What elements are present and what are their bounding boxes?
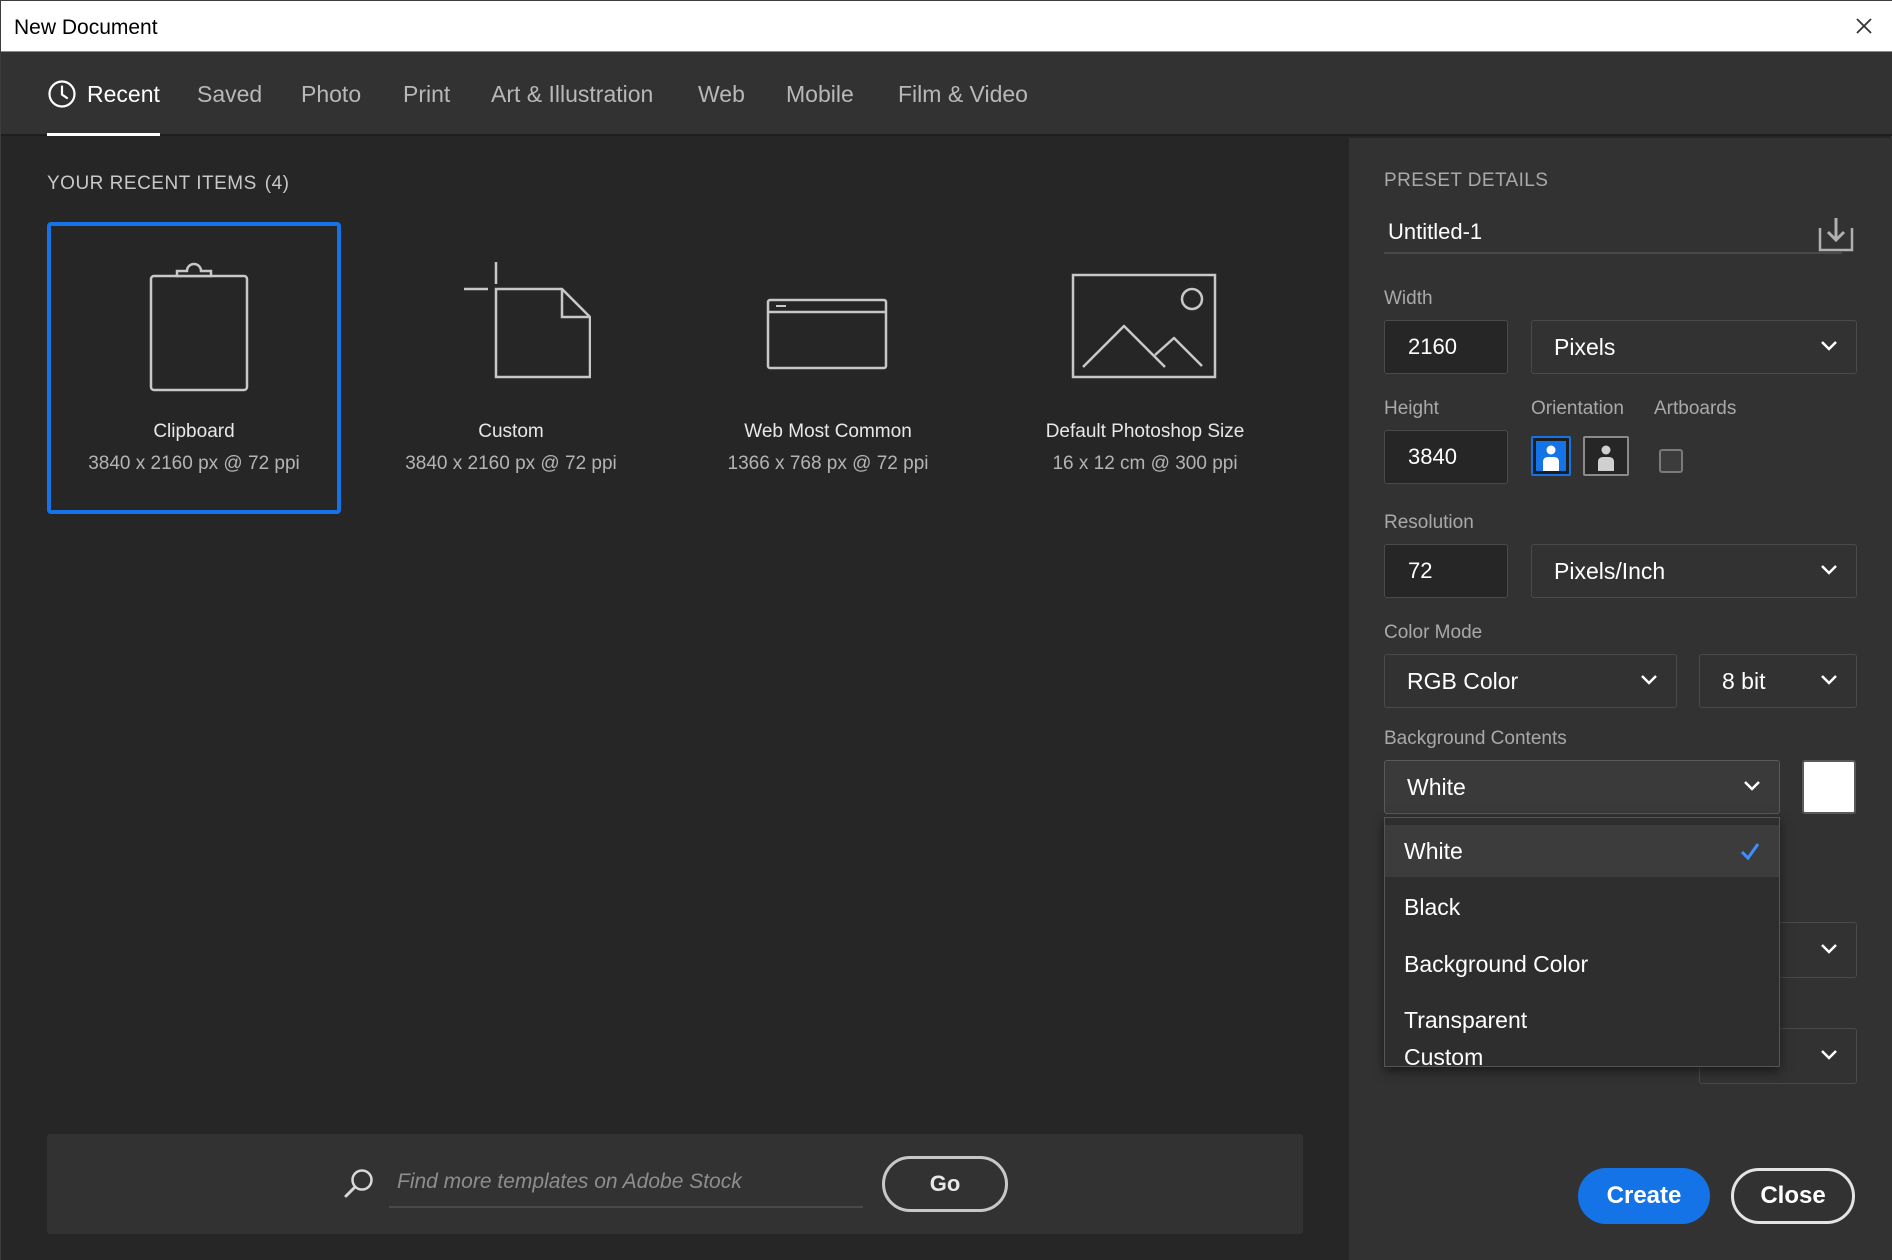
menu-item-label: White — [1404, 838, 1463, 864]
tab-film-video[interactable]: Film & Video — [898, 52, 1028, 136]
recent-item-web-most-common[interactable]: Web Most Common 1366 x 768 px @ 72 ppi — [681, 222, 975, 514]
search-icon — [344, 1169, 373, 1198]
orientation-label: Orientation — [1531, 398, 1624, 419]
menu-item-white[interactable]: White — [1385, 825, 1779, 877]
recent-heading: YOUR RECENT ITEMS (4) — [47, 173, 290, 195]
tab-photo[interactable]: Photo — [301, 52, 361, 136]
recent-item-spec: 1366 x 768 px @ 72 ppi — [727, 453, 929, 474]
create-button[interactable]: Create — [1578, 1168, 1710, 1224]
menu-item-black[interactable]: Black — [1385, 881, 1779, 933]
recent-items-panel: YOUR RECENT ITEMS (4) Clipboard 3840 x 21… — [1, 138, 1349, 1260]
landscape-orientation-button[interactable] — [1583, 436, 1629, 476]
width-unit-value: Pixels — [1554, 334, 1616, 360]
resolution-unit-value: Pixels/Inch — [1554, 558, 1666, 584]
color-mode-value: RGB Color — [1407, 668, 1519, 694]
tab-art-illustration[interactable]: Art & Illustration — [491, 52, 653, 136]
recent-item-spec: 3840 x 2160 px @ 72 ppi — [88, 453, 300, 474]
image-icon — [1071, 273, 1217, 379]
landscape-icon — [1598, 445, 1614, 471]
stock-search-bar: Go — [47, 1134, 1303, 1234]
recent-heading-label: YOUR RECENT ITEMS — [47, 173, 257, 194]
menu-item-transparent[interactable]: Transparent — [1385, 994, 1779, 1046]
window-title: New Document — [14, 16, 158, 39]
background-contents-dropdown[interactable]: White — [1384, 760, 1780, 814]
width-input[interactable]: 2160 — [1384, 320, 1508, 374]
color-mode-label: Color Mode — [1384, 622, 1483, 643]
tab-web[interactable]: Web — [698, 52, 745, 136]
width-label: Width — [1384, 288, 1433, 309]
chevron-down-icon — [1744, 781, 1760, 791]
resolution-unit-dropdown[interactable]: Pixels/Inch — [1531, 544, 1857, 598]
tab-mobile[interactable]: Mobile — [786, 52, 854, 136]
chevron-down-icon — [1821, 1050, 1837, 1060]
background-contents-label: Background Contents — [1384, 728, 1567, 749]
recent-item-name: Default Photoshop Size — [1045, 421, 1245, 442]
chevron-down-icon — [1821, 565, 1837, 575]
recent-item-custom[interactable]: Custom 3840 x 2160 px @ 72 ppi — [364, 222, 658, 514]
menu-item-custom[interactable]: Custom — [1385, 1044, 1779, 1070]
recent-item-spec: 3840 x 2160 px @ 72 ppi — [405, 453, 617, 474]
go-button[interactable]: Go — [882, 1156, 1008, 1212]
background-contents-value: White — [1407, 774, 1466, 800]
custom-document-icon — [464, 262, 591, 379]
recent-item-default-photoshop-size[interactable]: Default Photoshop Size 16 x 12 cm @ 300 … — [998, 222, 1292, 514]
recent-item-name: Web Most Common — [744, 421, 912, 442]
close-icon[interactable] — [1849, 11, 1879, 41]
height-label: Height — [1384, 398, 1439, 419]
tab-recent[interactable]: Recent — [47, 52, 160, 136]
preset-name-field[interactable]: Untitled-1 — [1384, 210, 1842, 254]
close-button[interactable]: Close — [1731, 1168, 1855, 1224]
browser-window-icon — [766, 298, 888, 370]
clipboard-icon — [149, 262, 249, 392]
width-unit-dropdown[interactable]: Pixels — [1531, 320, 1857, 374]
resolution-input[interactable]: 72 — [1384, 544, 1508, 598]
background-contents-menu: White Black Background Color Transparent… — [1384, 817, 1780, 1070]
preset-details-panel: PRESET DETAILS Untitled-1 Width 2160 Pix… — [1349, 138, 1892, 1260]
recent-item-name: Custom — [478, 421, 544, 442]
recent-item-name: Clipboard — [153, 421, 235, 442]
recent-count: (4) — [264, 173, 290, 194]
background-color-swatch[interactable] — [1802, 760, 1856, 814]
new-document-dialog: New Document Recent Saved Photo Print Ar… — [0, 0, 1892, 1260]
tab-label: Recent — [87, 81, 160, 107]
chevron-down-icon — [1641, 675, 1657, 685]
tab-saved[interactable]: Saved — [197, 52, 262, 136]
recent-item-clipboard[interactable]: Clipboard 3840 x 2160 px @ 72 ppi — [47, 222, 341, 514]
portrait-icon — [1536, 441, 1566, 471]
chevron-down-icon — [1821, 341, 1837, 351]
stock-search-input[interactable] — [389, 1158, 863, 1208]
resolution-label: Resolution — [1384, 512, 1474, 533]
color-mode-dropdown[interactable]: RGB Color — [1384, 654, 1677, 708]
portrait-orientation-button[interactable] — [1531, 436, 1571, 476]
bit-depth-dropdown[interactable]: 8 bit — [1699, 654, 1857, 708]
preset-category-tabs: Recent Saved Photo Print Art & Illustrat… — [1, 52, 1892, 136]
title-bar: New Document — [1, 1, 1892, 52]
preset-details-heading: PRESET DETAILS — [1384, 170, 1549, 191]
chevron-down-icon — [1821, 675, 1837, 685]
chevron-down-icon — [1821, 944, 1837, 954]
save-preset-icon[interactable] — [1816, 216, 1856, 254]
clock-icon — [48, 80, 76, 108]
artboards-checkbox[interactable] — [1659, 449, 1683, 473]
bit-depth-value: 8 bit — [1722, 668, 1766, 694]
height-input[interactable]: 3840 — [1384, 430, 1508, 484]
menu-item-background-color[interactable]: Background Color — [1385, 938, 1779, 990]
recent-item-spec: 16 x 12 cm @ 300 ppi — [1052, 453, 1238, 474]
menu-item-label: Custom — [1404, 1044, 1484, 1070]
checkmark-icon — [1740, 843, 1760, 861]
tab-print[interactable]: Print — [403, 52, 450, 136]
artboards-label: Artboards — [1654, 398, 1737, 419]
